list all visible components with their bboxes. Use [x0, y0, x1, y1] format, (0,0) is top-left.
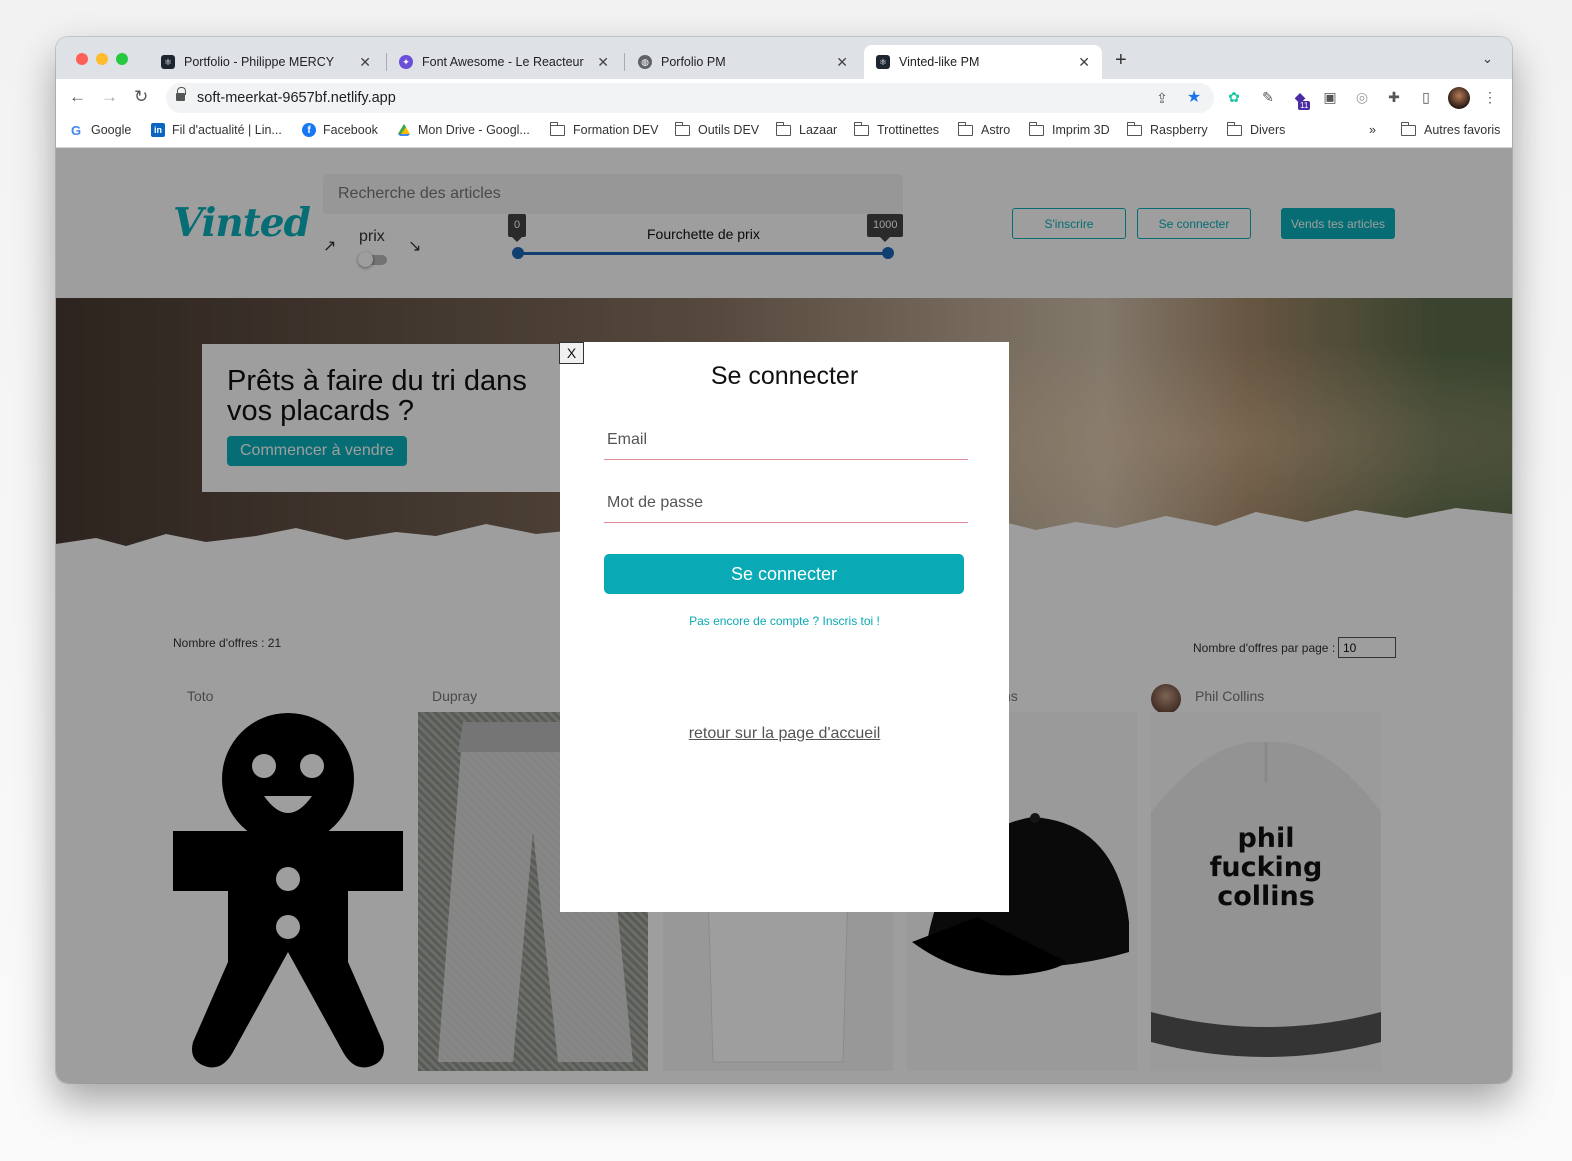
google-drive-icon	[398, 124, 410, 136]
bookmark-folder-divers[interactable]: Divers	[1226, 121, 1286, 137]
browser-toolbar: ← → ↻ soft-meerkat-9657bf.netlify.app ⇪ …	[56, 79, 1512, 117]
react-icon: ⚛	[161, 55, 175, 69]
bookmark-folder-other[interactable]: Autres favoris	[1400, 121, 1501, 137]
bookmark-label: Google	[91, 123, 132, 137]
modal-close-button[interactable]: X	[559, 342, 584, 364]
tab-font-awesome[interactable]: ✦ Font Awesome - Le Reacteur ✕	[387, 45, 621, 79]
close-icon[interactable]: ✕	[836, 54, 848, 71]
bookmark-label: Facebook	[323, 123, 378, 137]
minimize-window-button[interactable]	[96, 53, 108, 65]
linkedin-icon: in	[151, 123, 165, 137]
tab-title: Porfolio PM	[661, 55, 726, 69]
tab-strip: ⚛ Portfolio - Philippe MERCY ✕ ✦ Font Aw…	[56, 37, 1512, 79]
folder-icon	[549, 121, 565, 136]
back-arrow-icon[interactable]: ←	[69, 87, 86, 107]
email-field[interactable]	[604, 420, 968, 460]
tab-porfolio-pm[interactable]: ◍ Porfolio PM ✕	[626, 45, 860, 79]
tab-title: Portfolio - Philippe MERCY	[184, 55, 335, 69]
folder-icon	[1400, 121, 1416, 136]
bookmark-label: Autres favoris	[1424, 123, 1501, 137]
password-field[interactable]	[604, 483, 968, 523]
bookmark-label: Trottinettes	[877, 123, 940, 137]
image-icon[interactable]: ▣	[1322, 89, 1338, 105]
login-submit-button[interactable]: Se connecter	[604, 554, 964, 594]
page-content: Vinted Recherche des articles ↗ prix ↘ F…	[56, 148, 1512, 1083]
bookmark-folder-outils-dev[interactable]: Outils DEV	[674, 121, 760, 137]
close-icon[interactable]: ✕	[597, 54, 609, 71]
forward-arrow-icon[interactable]: →	[101, 87, 118, 107]
folder-icon	[775, 121, 791, 136]
bookmark-folder-raspberry[interactable]: Raspberry	[1126, 121, 1208, 137]
close-window-button[interactable]	[76, 53, 88, 65]
bookmark-folder-lazaar[interactable]: Lazaar	[775, 121, 838, 137]
back-home-link[interactable]: retour sur la page d'accueil	[560, 725, 1009, 743]
bookmark-google-drive[interactable]: Mon Drive - Googl...	[397, 123, 530, 137]
new-tab-button[interactable]: +	[1115, 49, 1127, 72]
bookmark-label: Astro	[981, 123, 1011, 137]
bookmark-label: Mon Drive - Googl...	[418, 123, 530, 137]
extension-leaf-icon[interactable]: ✿	[1226, 89, 1242, 105]
tab-title: Vinted-like PM	[899, 55, 980, 69]
reload-icon[interactable]: ↻	[134, 87, 148, 107]
bookmark-label: Divers	[1250, 123, 1286, 137]
bookmark-facebook[interactable]: f Facebook	[302, 123, 378, 137]
folder-icon	[1028, 121, 1044, 136]
tab-vinted-like[interactable]: ⚛ Vinted-like PM ✕	[864, 45, 1102, 79]
puzzle-extensions-icon[interactable]: ✚	[1386, 89, 1402, 105]
bookmarks-overflow-button[interactable]: »	[1369, 123, 1376, 137]
bookmark-folder-trottinettes[interactable]: Trottinettes	[853, 121, 940, 137]
tab-separator	[624, 53, 625, 71]
tab-title: Font Awesome - Le Reacteur	[422, 55, 584, 69]
facebook-icon: f	[302, 123, 316, 137]
signup-link[interactable]: Pas encore de compte ? Inscris toi !	[560, 614, 1009, 628]
bookmark-label: Formation DEV	[573, 123, 659, 137]
kebab-menu-icon[interactable]: ⋮	[1482, 89, 1498, 105]
bookmark-label: Lazaar	[799, 123, 838, 137]
side-panel-icon[interactable]: ▯	[1418, 89, 1434, 105]
react-icon: ⚛	[876, 55, 890, 69]
folder-icon	[957, 121, 973, 136]
extension-picker-icon[interactable]: ✎	[1260, 89, 1276, 105]
svg-text:G: G	[71, 123, 81, 137]
address-bar[interactable]: soft-meerkat-9657bf.netlify.app ⇪ ★	[166, 83, 1214, 113]
bookmark-folder-astro[interactable]: Astro	[957, 121, 1011, 137]
bookmark-folder-imprim-3d[interactable]: Imprim 3D	[1028, 121, 1110, 137]
maximize-window-button[interactable]	[116, 53, 128, 65]
bookmarks-bar: G Google in Fil d'actualité | Lin... f F…	[56, 117, 1512, 148]
bookmark-linkedin[interactable]: in Fil d'actualité | Lin...	[151, 123, 282, 137]
folder-icon	[674, 121, 690, 136]
close-icon[interactable]: ✕	[1078, 54, 1090, 71]
bookmark-star-icon[interactable]: ★	[1186, 89, 1202, 106]
extension-badge: 11	[1298, 101, 1311, 110]
folder-icon	[1126, 121, 1142, 136]
bookmark-label: Raspberry	[1150, 123, 1208, 137]
share-icon[interactable]: ⇪	[1154, 90, 1170, 106]
close-icon[interactable]: ✕	[359, 54, 371, 71]
bookmark-label: Outils DEV	[698, 123, 760, 137]
bookmark-label: Fil d'actualité | Lin...	[172, 123, 282, 137]
google-icon: G	[71, 123, 81, 137]
compass-icon[interactable]: ◎	[1354, 89, 1370, 105]
lock-icon	[176, 87, 186, 102]
tab-search-chevron-icon[interactable]: ⌄	[1482, 51, 1493, 67]
folder-icon	[853, 121, 869, 136]
url-text: soft-meerkat-9657bf.netlify.app	[197, 90, 396, 106]
globe-icon: ◍	[638, 55, 652, 69]
tab-portfolio[interactable]: ⚛ Portfolio - Philippe MERCY ✕	[149, 45, 383, 79]
profile-avatar[interactable]	[1448, 87, 1470, 109]
bookmark-google[interactable]: G Google	[70, 123, 131, 137]
bookmark-folder-formation-dev[interactable]: Formation DEV	[549, 121, 659, 137]
login-modal: X Se connecter Se connecter Pas encore d…	[559, 342, 1009, 912]
folder-icon	[1226, 121, 1242, 136]
reacteur-icon: ✦	[399, 55, 413, 69]
bookmark-label: Imprim 3D	[1052, 123, 1110, 137]
browser-window: ⚛ Portfolio - Philippe MERCY ✕ ✦ Font Aw…	[56, 37, 1512, 1083]
modal-title: Se connecter	[710, 362, 859, 390]
